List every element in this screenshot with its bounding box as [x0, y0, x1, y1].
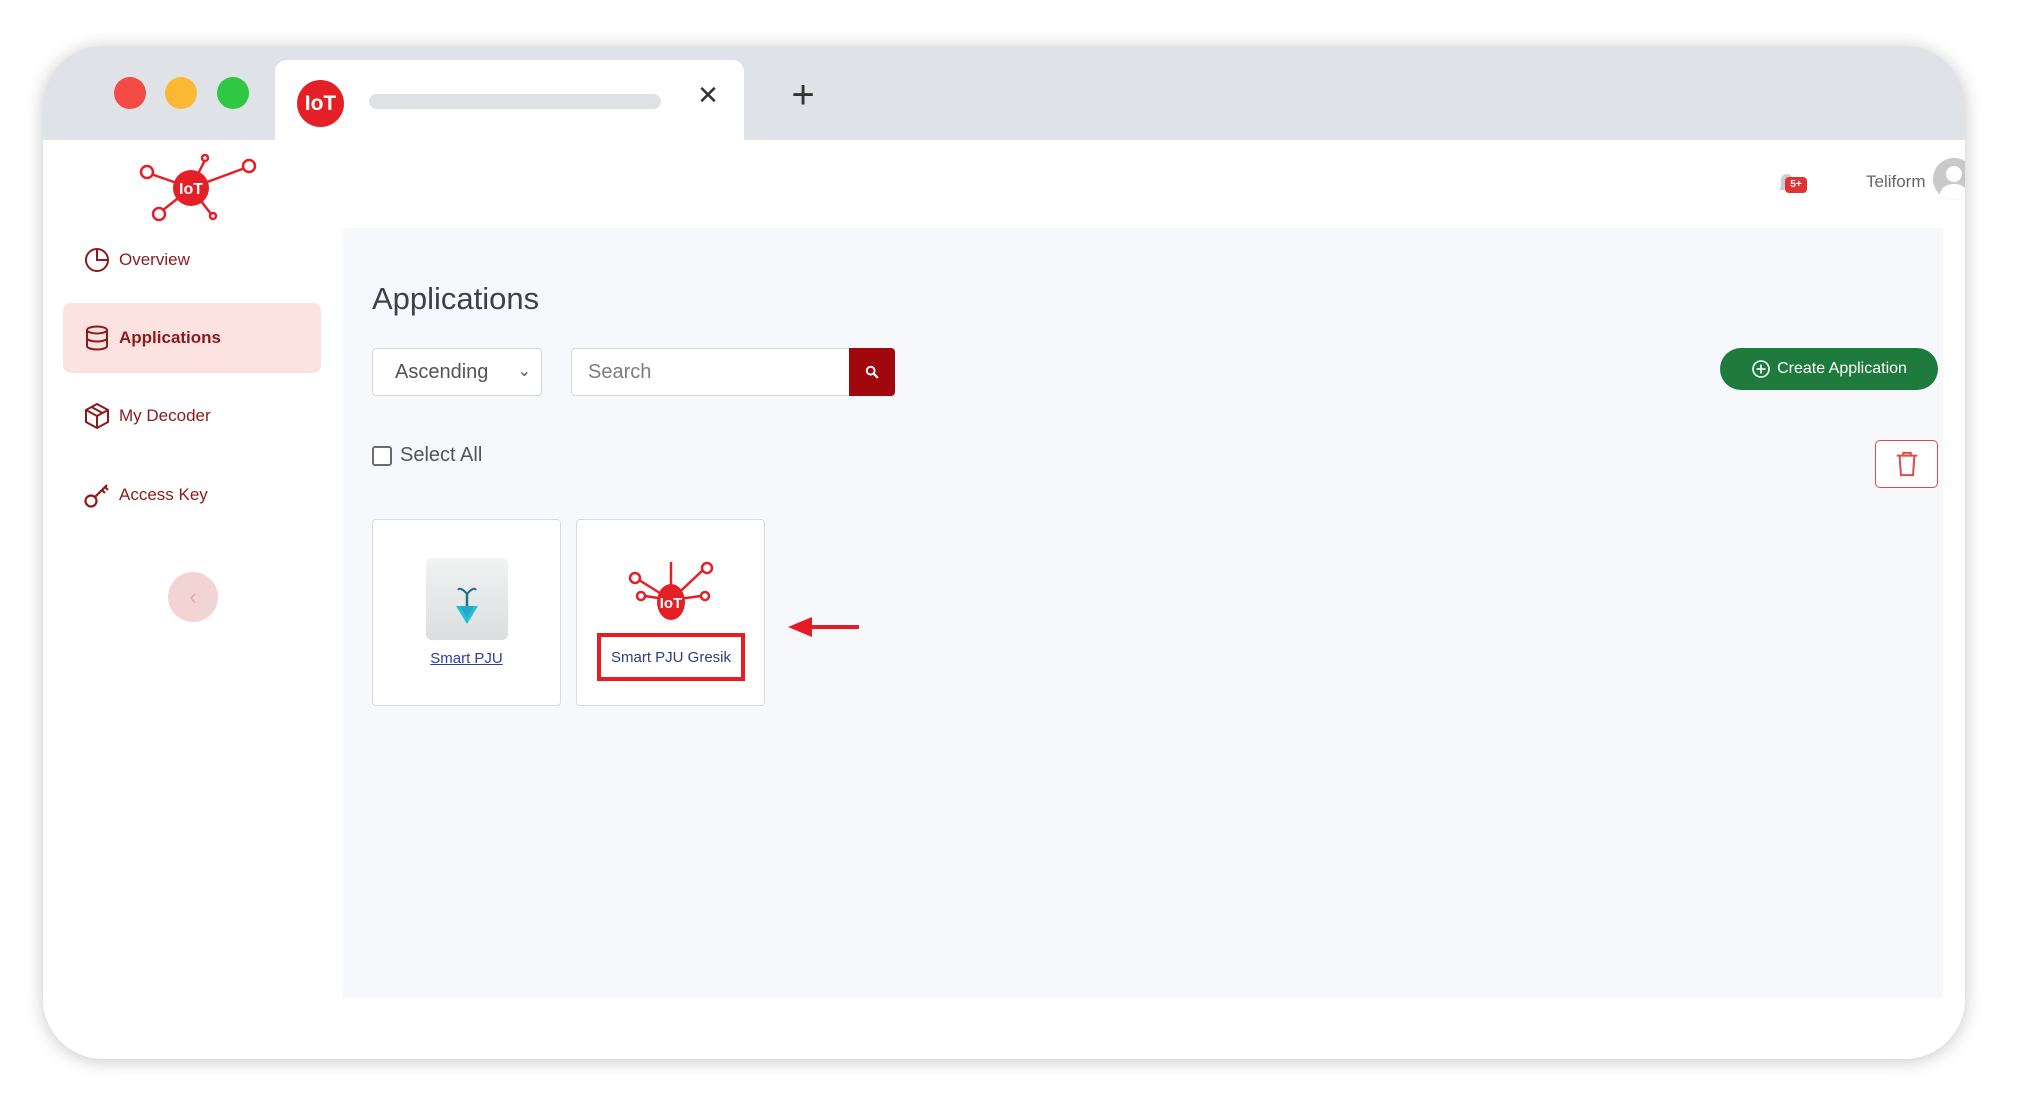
- collapse-sidebar-button[interactable]: ‹: [168, 572, 218, 622]
- browser-window: IoT ✕ + IoT Overview Applications My Dec…: [43, 46, 1965, 1059]
- app-name-link[interactable]: Smart PJU Gresik: [611, 649, 731, 666]
- iot-favicon-icon: IoT: [297, 80, 344, 127]
- pointer-arrow-icon: [788, 617, 859, 637]
- create-application-label: Create Application: [1777, 360, 1907, 377]
- avatar[interactable]: [1933, 158, 1965, 200]
- sidebar-item-overview[interactable]: Overview: [63, 225, 321, 295]
- minimize-window-button[interactable]: [165, 77, 197, 109]
- plus-circle-icon: [1752, 360, 1770, 378]
- pie-chart-icon: [85, 248, 109, 272]
- sort-select-value: Ascending: [395, 360, 489, 383]
- sprout-drop-icon: [456, 587, 478, 624]
- user-avatar-icon: [1933, 158, 1965, 200]
- main-content: Applications Ascending ⌄ Create Applicat…: [343, 228, 1943, 998]
- cube-icon: [85, 402, 109, 430]
- select-all-checkbox[interactable]: [372, 445, 392, 466]
- sidebar-item-my-decoder[interactable]: My Decoder: [63, 381, 321, 451]
- key-icon: [84, 484, 109, 508]
- browser-tab[interactable]: IoT ✕: [275, 60, 744, 140]
- top-header: 5+ Teliform: [343, 140, 1965, 228]
- sidebar-item-label: My Decoder: [119, 406, 211, 425]
- search-input[interactable]: [571, 348, 849, 396]
- chevron-down-icon: ⌄: [517, 363, 531, 380]
- trash-icon: [1896, 451, 1917, 477]
- sidebar: IoT Overview Applications My Decoder Acc…: [43, 140, 343, 1059]
- new-tab-button[interactable]: +: [783, 75, 823, 116]
- search-button[interactable]: [849, 348, 895, 396]
- sidebar-item-label: Access Key: [119, 485, 208, 504]
- create-application-button[interactable]: Create Application: [1720, 348, 1938, 390]
- sidebar-item-label: Applications: [119, 328, 222, 347]
- sidebar-item-applications[interactable]: Applications: [63, 303, 321, 373]
- tab-title-placeholder: [369, 94, 661, 109]
- page-title: Applications: [372, 281, 540, 316]
- sidebar-item-label: Overview: [119, 250, 190, 269]
- notification-bell-icon[interactable]: 5+: [1773, 170, 1809, 198]
- sidebar-item-access-key[interactable]: Access Key: [63, 460, 321, 530]
- highlight-box: Smart PJU Gresik: [597, 633, 745, 681]
- notification-badge: 5+: [1785, 177, 1807, 193]
- svg-text:IoT: IoT: [660, 595, 683, 612]
- close-window-button[interactable]: [114, 77, 146, 109]
- sort-order-select[interactable]: Ascending ⌄: [372, 348, 542, 396]
- app-name-link[interactable]: Smart PJU: [373, 650, 560, 667]
- tab-close-icon[interactable]: ✕: [693, 80, 723, 110]
- browser-titlebar: IoT ✕ +: [43, 46, 1965, 140]
- app-thumbnail: [426, 558, 508, 640]
- app-card-smart-pju[interactable]: Smart PJU: [372, 519, 561, 706]
- iot-logo-icon: IoT: [139, 153, 257, 222]
- app-card-smart-pju-gresik[interactable]: IoT Smart PJU Gresik: [576, 519, 765, 706]
- search-icon: [865, 365, 879, 379]
- svg-text:IoT: IoT: [179, 181, 203, 198]
- database-icon: [86, 325, 108, 351]
- select-all-control[interactable]: Select All: [372, 444, 482, 467]
- delete-button[interactable]: [1875, 440, 1938, 488]
- select-all-label: Select All: [400, 444, 483, 466]
- username-label[interactable]: Teliform: [1866, 172, 1926, 192]
- iot-logo-icon: IoT: [628, 561, 714, 620]
- maximize-window-button[interactable]: [217, 77, 249, 109]
